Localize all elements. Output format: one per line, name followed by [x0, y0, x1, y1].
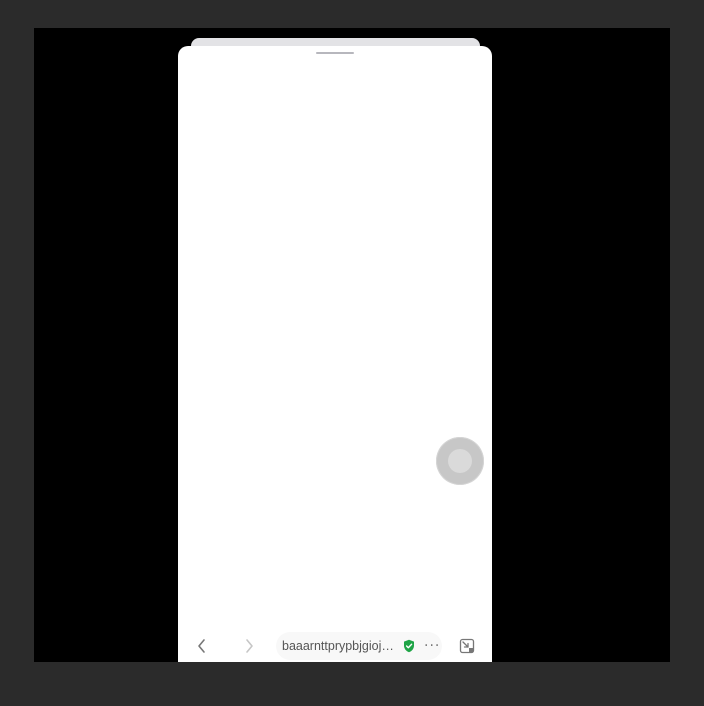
drag-handle-icon[interactable]: [316, 46, 354, 56]
forward-button[interactable]: [239, 635, 259, 657]
expand-window-button[interactable]: [457, 635, 477, 657]
chevron-left-icon: [198, 639, 205, 653]
verified-shield-icon: [404, 639, 414, 653]
back-button[interactable]: [192, 635, 212, 657]
expand-window-icon: [459, 638, 475, 654]
more-dots-icon[interactable]: ···: [424, 639, 440, 653]
app-stage: baaarnttprypbjgioj6... ···: [34, 28, 670, 662]
mini-browser-sheet: baaarnttprypbjgioj6... ···: [178, 46, 492, 662]
chevron-right-icon: [246, 639, 253, 653]
drag-handle-line: [316, 52, 354, 54]
browser-bottom-bar: baaarnttprypbjgioj6... ···: [178, 626, 492, 662]
floating-assistant-button[interactable]: [436, 437, 484, 485]
url-text: baaarnttprypbjgioj6...: [282, 639, 398, 653]
address-bar[interactable]: baaarnttprypbjgioj6... ···: [276, 632, 442, 660]
floating-assistant-icon: [448, 449, 472, 473]
